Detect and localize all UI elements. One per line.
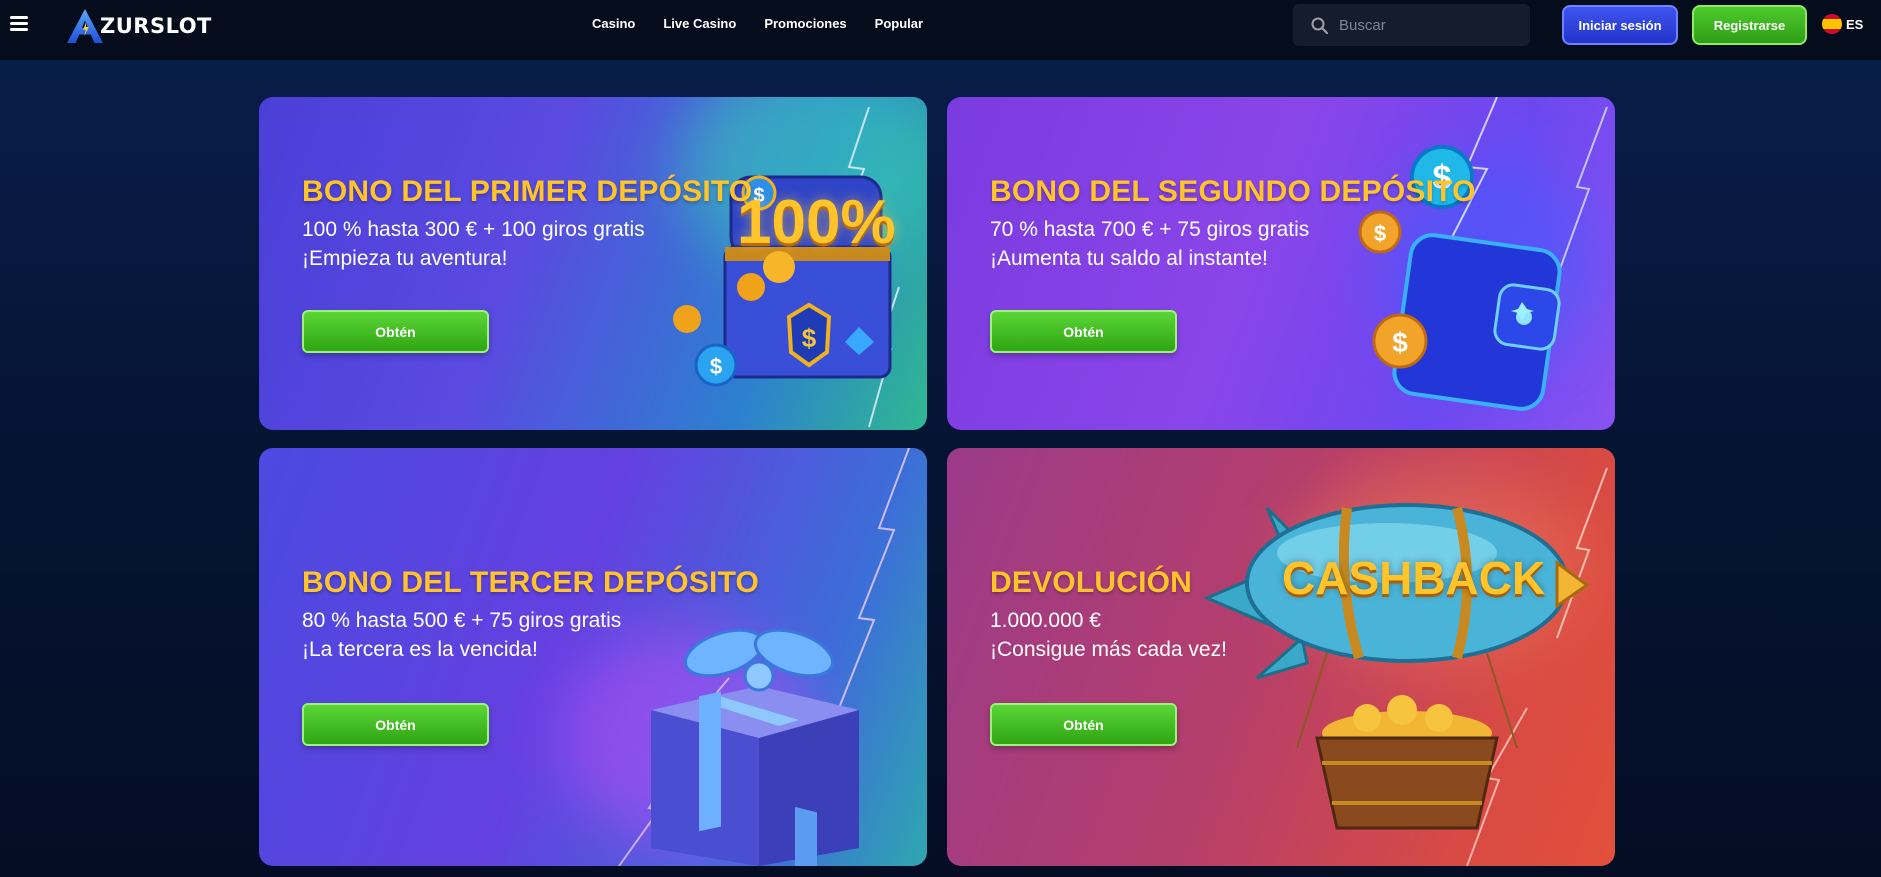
promo-card-second-deposit[interactable]: $ $ $ BONO DEL SEGUNDO DEPÓSITO 70 % has… — [947, 97, 1615, 430]
promo-offer: 80 % hasta 500 € + 75 giros gratis — [302, 609, 622, 632]
spain-flag-icon — [1822, 14, 1842, 34]
promo-card-cashback[interactable]: CASHBACK DEVOLUCIÓN 1.000.000 € ¡Consigu… — [947, 448, 1615, 866]
promo-title: DEVOLUCIÓN — [990, 566, 1193, 599]
logo-text: ZURSLOT — [100, 14, 212, 38]
claim-button[interactable]: Obtén — [990, 310, 1177, 353]
register-button[interactable]: Registrarse — [1692, 5, 1807, 45]
promo-card-third-deposit[interactable]: BONO DEL TERCER DEPÓSITO 80 % hasta 500 … — [259, 448, 927, 866]
claim-button[interactable]: Obtén — [302, 703, 489, 746]
treasure-chest-icon: $ $ $ — [673, 107, 900, 428]
promo-offer: 100 % hasta 300 € + 100 giros gratis — [302, 218, 645, 241]
promo-offer: 70 % hasta 700 € + 75 giros gratis — [990, 218, 1310, 241]
top-header: ZURSLOT Casino Live Casino Promociones P… — [0, 0, 1881, 60]
promo-title: BONO DEL TERCER DEPÓSITO — [302, 566, 760, 599]
claim-button[interactable]: Obtén — [302, 310, 489, 353]
nav-link-casino[interactable]: Casino — [592, 16, 635, 31]
svg-text:$: $ — [710, 354, 722, 379]
search-input[interactable] — [1339, 12, 1519, 38]
search-box[interactable] — [1293, 4, 1530, 46]
promo-card-first-deposit[interactable]: $ $ $ 100% BONO DEL PRIMER DEPÓSITO 100 … — [259, 97, 927, 430]
main-nav: Casino Live Casino Promociones Popular — [592, 16, 923, 31]
promo-title: BONO DEL SEGUNDO DEPÓSITO — [990, 175, 1476, 208]
gift-box-icon — [618, 448, 910, 866]
language-selector[interactable]: ES — [1822, 14, 1863, 34]
promo-tagline: ¡La tercera es la vencida! — [302, 638, 538, 661]
claim-button[interactable]: Obtén — [990, 703, 1177, 746]
promo-tagline: ¡Empieza tu aventura! — [302, 247, 508, 270]
hundred-percent-art: 100% — [737, 188, 896, 257]
promo-tagline: ¡Consigue más cada vez! — [990, 638, 1227, 661]
wallet-icon: $ $ $ — [1358, 97, 1608, 411]
language-code: ES — [1846, 16, 1864, 32]
cashback-art-text: CASHBACK — [1282, 552, 1546, 604]
svg-text:$: $ — [1374, 221, 1386, 246]
svg-text:$: $ — [802, 323, 817, 353]
promo-tagline: ¡Aumenta tu saldo al instante! — [990, 247, 1268, 270]
cashback-airship-icon — [1203, 467, 1608, 866]
nav-link-promociones[interactable]: Promociones — [764, 16, 846, 31]
promo-offer: 1.000.000 € — [990, 609, 1101, 632]
search-icon — [1311, 17, 1328, 34]
hamburger-menu-icon[interactable] — [10, 16, 28, 31]
promo-title: BONO DEL PRIMER DEPÓSITO — [302, 175, 753, 208]
nav-link-live-casino[interactable]: Live Casino — [663, 16, 736, 31]
svg-text:$: $ — [1392, 327, 1408, 358]
login-button[interactable]: Iniciar sesión — [1562, 5, 1678, 45]
site-logo[interactable]: ZURSLOT — [66, 8, 212, 44]
nav-link-popular[interactable]: Popular — [875, 16, 923, 31]
logo-a-icon — [67, 8, 103, 44]
